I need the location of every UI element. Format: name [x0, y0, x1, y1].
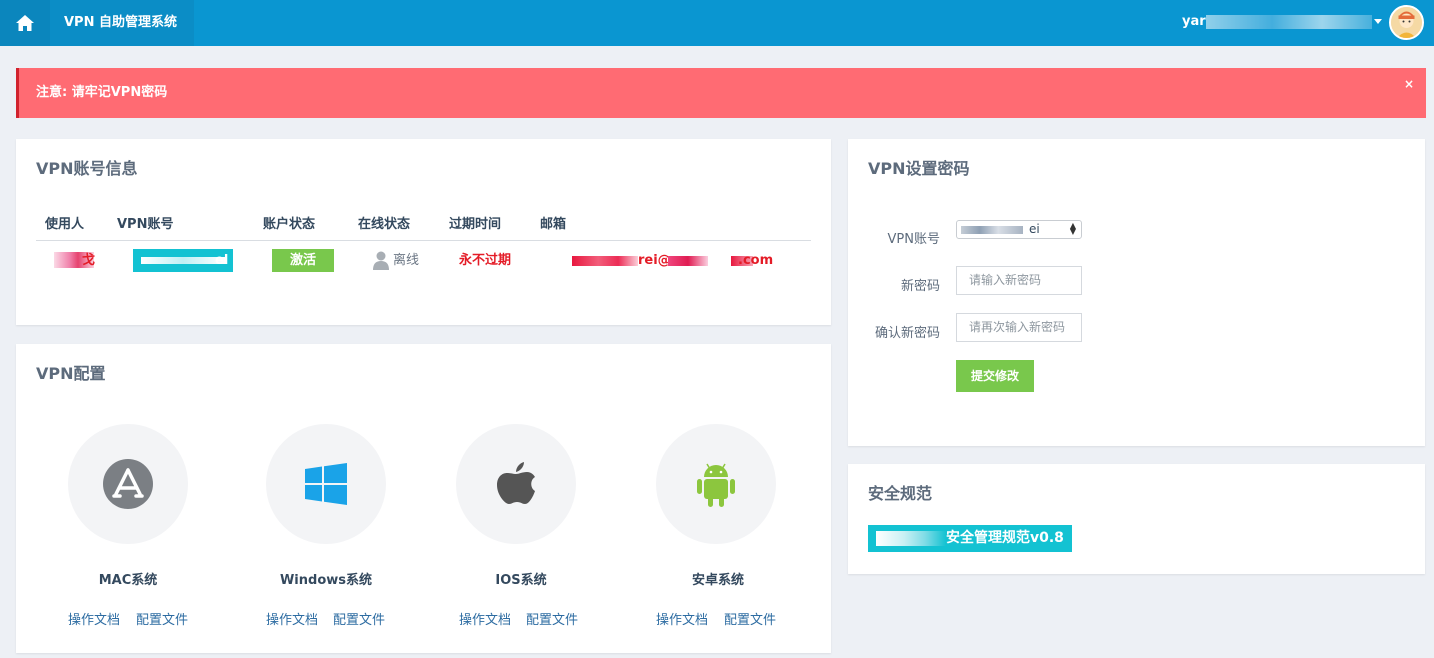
user-cell-text: 戈 [82, 253, 96, 268]
email-redacted-1 [572, 256, 638, 266]
top-navbar: VPN 自助管理系统 yar [0, 0, 1434, 46]
windows-icon [305, 463, 347, 505]
account-select-label: VPN账号 [887, 232, 940, 247]
account-select-value: ei [1029, 222, 1040, 236]
security-spec-link-text: 安全管理规范v0.8 [946, 530, 1064, 546]
account-select[interactable]: ei ▲ ▼ [956, 220, 1082, 239]
home-button[interactable] [0, 0, 50, 46]
col-header-online: 在线状态 [358, 217, 411, 232]
account-cell-text: el [215, 253, 229, 268]
android-icon [697, 463, 735, 507]
new-password-input[interactable]: 请输入新密码 [956, 266, 1082, 295]
table-divider [36, 240, 811, 241]
avatar-icon [1391, 7, 1422, 38]
user-dropdown-caret-icon[interactable] [1374, 19, 1382, 24]
mac-doc-link[interactable]: 操作文档 [68, 609, 120, 628]
mac-system-label: MAC系统 [98, 573, 158, 588]
confirm-password-input[interactable]: 请再次输入新密码 [956, 313, 1082, 342]
ios-system-tile[interactable] [456, 424, 576, 544]
security-spec-card: 安全规范 安全管理规范v0.8 [848, 464, 1425, 574]
windows-system-tile[interactable] [266, 424, 386, 544]
alert-text: 注意: 请牢记VPN密码 [36, 85, 168, 100]
online-status-text: 离线 [393, 253, 420, 268]
app-store-icon [103, 459, 153, 509]
account-info-card: VPN账号信息 使用人 VPN账号 账户状态 在线状态 过期时间 邮箱 戈 el… [16, 139, 831, 325]
col-header-expire: 过期时间 [449, 217, 502, 232]
password-card-title: VPN设置密码 [868, 159, 970, 178]
android-system-label: 安卓系统 [691, 573, 744, 588]
ios-doc-link[interactable]: 操作文档 [459, 609, 511, 628]
security-link-redacted [876, 531, 946, 546]
apple-icon [497, 462, 535, 504]
col-header-status: 账户状态 [263, 217, 316, 232]
select-arrows-icon: ▲ ▼ [1069, 221, 1076, 236]
col-header-email: 邮箱 [540, 217, 567, 232]
security-card-title: 安全规范 [868, 484, 933, 503]
account-select-redacted [961, 226, 1023, 234]
android-system-tile[interactable] [656, 424, 776, 544]
config-card-title: VPN配置 [36, 364, 106, 383]
android-doc-link[interactable]: 操作文档 [656, 609, 708, 628]
account-card-title: VPN账号信息 [36, 159, 138, 178]
mac-config-link[interactable]: 配置文件 [136, 609, 188, 628]
user-name[interactable]: yar [1182, 0, 1206, 46]
submit-change-button[interactable]: 提交修改 [956, 360, 1034, 392]
email-text-2: .com [738, 253, 774, 268]
security-spec-link[interactable]: 安全管理规范v0.8 [868, 525, 1072, 552]
vpn-config-card: VPN配置 MAC系统 操作文档 配置文件 Windows系统 操作文档 配置文… [16, 344, 831, 653]
home-icon [16, 15, 34, 31]
col-header-account: VPN账号 [117, 217, 174, 232]
status-badge: 激活 [272, 249, 334, 272]
alert-close-button[interactable]: × [1404, 77, 1414, 91]
expire-value: 永不过期 [459, 253, 512, 268]
alert-banner: 注意: 请牢记VPN密码 × [16, 68, 1426, 118]
ios-config-link[interactable]: 配置文件 [526, 609, 578, 628]
user-name-redacted [1206, 15, 1372, 29]
col-header-user: 使用人 [45, 217, 85, 232]
email-redacted-2 [668, 256, 708, 266]
app-title[interactable]: VPN 自助管理系统 [50, 0, 194, 46]
email-text-1: rei@ [638, 253, 671, 268]
windows-config-link[interactable]: 配置文件 [333, 609, 385, 628]
mac-system-tile[interactable] [68, 424, 188, 544]
windows-system-label: Windows系统 [279, 573, 373, 588]
windows-doc-link[interactable]: 操作文档 [266, 609, 318, 628]
user-avatar[interactable] [1389, 5, 1424, 40]
new-password-label: 新密码 [900, 279, 940, 294]
set-password-card: VPN设置密码 VPN账号 ei ▲ ▼ 新密码 请输入新密码 确认新密码 请再次… [848, 139, 1425, 446]
user-offline-icon [373, 251, 389, 270]
android-config-link[interactable]: 配置文件 [724, 609, 776, 628]
ios-system-label: IOS系统 [495, 573, 547, 588]
confirm-password-label: 确认新密码 [874, 326, 940, 341]
